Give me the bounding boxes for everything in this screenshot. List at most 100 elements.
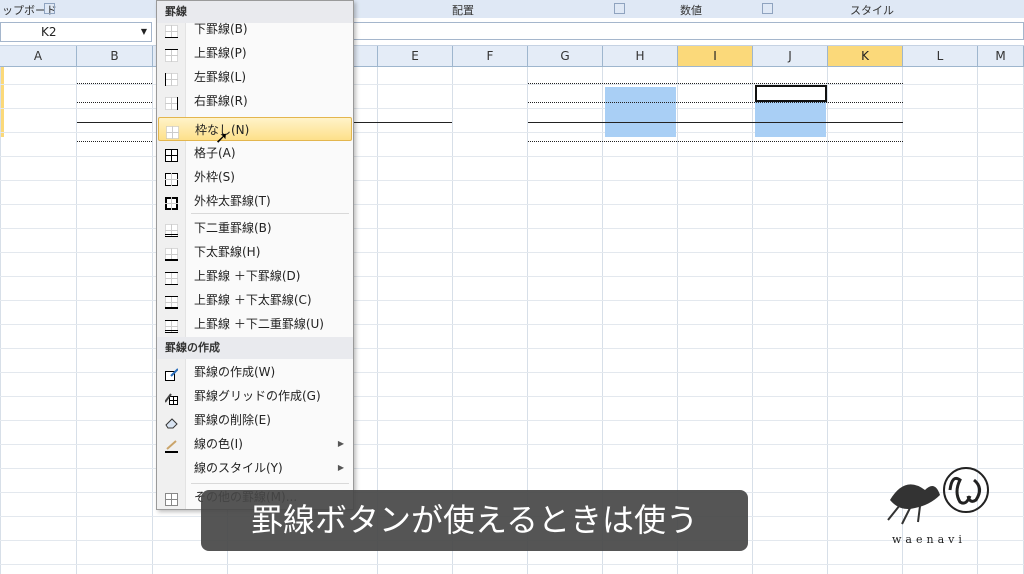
menu-item-label: 下二重罫線(B) — [194, 221, 272, 235]
dotted-border-line — [77, 83, 152, 84]
thick-box-border-icon — [165, 194, 178, 210]
mouse-cursor-icon: ➚ — [215, 128, 229, 147]
name-box[interactable]: K2 ▼ — [0, 22, 152, 42]
grid-row-line — [0, 180, 1024, 181]
menu-item-top-thick-bottom-border[interactable]: 上罫線 ＋下太罫線(C) — [158, 288, 352, 312]
selected-cell[interactable] — [605, 87, 676, 137]
line-color-icon — [165, 437, 178, 453]
menu-item-top-bottom-border[interactable]: 上罫線 ＋下罫線(D) — [158, 264, 352, 288]
all-borders-icon — [165, 146, 178, 162]
bird-logo-icon — [887, 467, 989, 525]
no-border-icon — [166, 123, 179, 139]
column-headers: ABCDEFGHIJKLMN — [0, 46, 1024, 67]
menu-item-label: 外枠(S) — [194, 170, 235, 184]
grid-column-line — [752, 67, 753, 574]
menu-item-label: 罫線グリッドの作成(G) — [194, 389, 321, 403]
ribbon-group-alignment: 配置 — [452, 4, 474, 17]
dotted-border-line — [77, 141, 152, 142]
column-header-k[interactable]: K — [828, 46, 903, 66]
grid-column-line — [0, 67, 1, 574]
menu-item-outside-borders[interactable]: 外枠(S) — [158, 165, 352, 189]
border-dropdown-menu: 罫線 下罫線(B) 上罫線(P) 左罫線(L) 右罫線(R) 枠なし(N) 格子(A) 外枠… — [156, 0, 354, 510]
grid-row-line — [0, 276, 1024, 277]
grid-column-line — [827, 67, 828, 574]
ribbon-group-bar: ップボード 配置 数値 スタイル — [0, 0, 1024, 19]
solid-border-line — [352, 122, 452, 123]
menu-section-header-draw: 罫線の作成 — [157, 337, 353, 359]
logo-brand-text: waenavi — [892, 533, 966, 546]
waenavi-logo: waenavi — [880, 460, 1000, 550]
menu-item-border-left[interactable]: 左罫線(L) — [158, 65, 352, 89]
border-bottom-icon — [165, 22, 178, 38]
alignment-launcher-icon[interactable] — [614, 3, 625, 14]
menu-item-thick-box-border[interactable]: 外枠太罫線(T) — [158, 189, 352, 213]
outside-borders-icon — [165, 170, 178, 186]
subtitle-caption: 罫線ボタンが使えるときは使う — [201, 490, 748, 551]
top-thick-bottom-border-icon — [165, 293, 178, 309]
grid-row-line — [0, 156, 1024, 157]
number-launcher-icon[interactable] — [762, 3, 773, 14]
draw-border-icon — [165, 365, 179, 381]
chevron-down-icon[interactable]: ▼ — [141, 23, 147, 41]
name-box-value: K2 — [41, 25, 57, 39]
column-header-a[interactable]: A — [0, 46, 77, 66]
column-header-m[interactable]: M — [978, 46, 1024, 66]
grid-row-line — [0, 300, 1024, 301]
menu-item-label: 線の色(I) — [194, 437, 243, 451]
column-header-h[interactable]: H — [603, 46, 678, 66]
solid-border-line — [528, 122, 903, 123]
menu-item-label: 上罫線(P) — [194, 46, 247, 60]
formula-bar: K2 ▼ — [0, 18, 1024, 46]
menu-item-label: 下罫線(B) — [194, 22, 248, 36]
column-header-i[interactable]: I — [678, 46, 753, 66]
menu-item-draw-border[interactable]: 罫線の作成(W) — [158, 360, 352, 384]
menu-item-label: 罫線の削除(E) — [194, 413, 271, 427]
grid-row-line — [0, 204, 1024, 205]
menu-item-border-right[interactable]: 右罫線(R) — [158, 89, 352, 113]
dotted-border-line — [528, 102, 903, 103]
menu-item-label: 下太罫線(H) — [194, 245, 261, 259]
formula-input[interactable] — [352, 22, 1024, 40]
menu-item-label: 左罫線(L) — [194, 70, 247, 84]
grid-row-line — [0, 84, 1024, 85]
grid-column-line — [152, 67, 153, 574]
menu-item-all-borders[interactable]: 格子(A) — [158, 141, 352, 165]
dotted-border-line — [528, 141, 903, 142]
dotted-border-line — [528, 83, 903, 84]
menu-item-border-bottom[interactable]: 下罫線(B) — [158, 17, 352, 41]
column-header-b[interactable]: B — [77, 46, 153, 66]
dotted-border-line — [77, 102, 152, 103]
menu-item-label: 線のスタイル(Y) — [194, 461, 283, 475]
menu-item-draw-border-grid[interactable]: 罫線グリッドの作成(G) — [158, 384, 352, 408]
menu-item-border-top[interactable]: 上罫線(P) — [158, 41, 352, 65]
grid-row-line — [0, 228, 1024, 229]
column-header-l[interactable]: L — [903, 46, 978, 66]
border-top-icon — [165, 46, 178, 62]
menu-item-top-double-bottom-border[interactable]: 上罫線 ＋下二重罫線(U) — [158, 312, 352, 336]
menu-item-line-style[interactable]: 線のスタイル(Y) ▶ — [158, 456, 352, 480]
submenu-arrow-icon: ▶ — [337, 463, 344, 472]
border-right-icon — [165, 94, 178, 110]
menu-item-label: 上罫線 ＋下罫線(D) — [194, 269, 301, 283]
ribbon-group-number: 数値 — [680, 4, 702, 17]
column-header-g[interactable]: G — [528, 46, 603, 66]
menu-item-label: 上罫線 ＋下太罫線(C) — [194, 293, 312, 307]
grid-row-line — [0, 444, 1024, 445]
clipboard-launcher-icon[interactable] — [44, 3, 55, 14]
column-header-f[interactable]: F — [453, 46, 528, 66]
ribbon-group-styles: スタイル — [850, 4, 894, 17]
menu-item-label: 右罫線(R) — [194, 94, 248, 108]
grid-row-line — [0, 564, 1024, 565]
grid-row-line — [0, 396, 1024, 397]
menu-item-line-color[interactable]: 線の色(I) ▶ — [158, 432, 352, 456]
column-header-e[interactable]: E — [378, 46, 453, 66]
menu-item-erase-border[interactable]: 罫線の削除(E) — [158, 408, 352, 432]
column-header-j[interactable]: J — [753, 46, 828, 66]
border-left-icon — [165, 70, 178, 86]
active-cell[interactable] — [755, 85, 827, 102]
menu-item-thick-bottom-border[interactable]: 下太罫線(H) — [158, 240, 352, 264]
menu-item-bottom-double-border[interactable]: 下二重罫線(B) — [158, 216, 352, 240]
solid-border-line — [77, 122, 152, 123]
menu-item-no-border[interactable]: 枠なし(N) — [158, 117, 352, 141]
bottom-double-border-icon — [165, 221, 178, 237]
